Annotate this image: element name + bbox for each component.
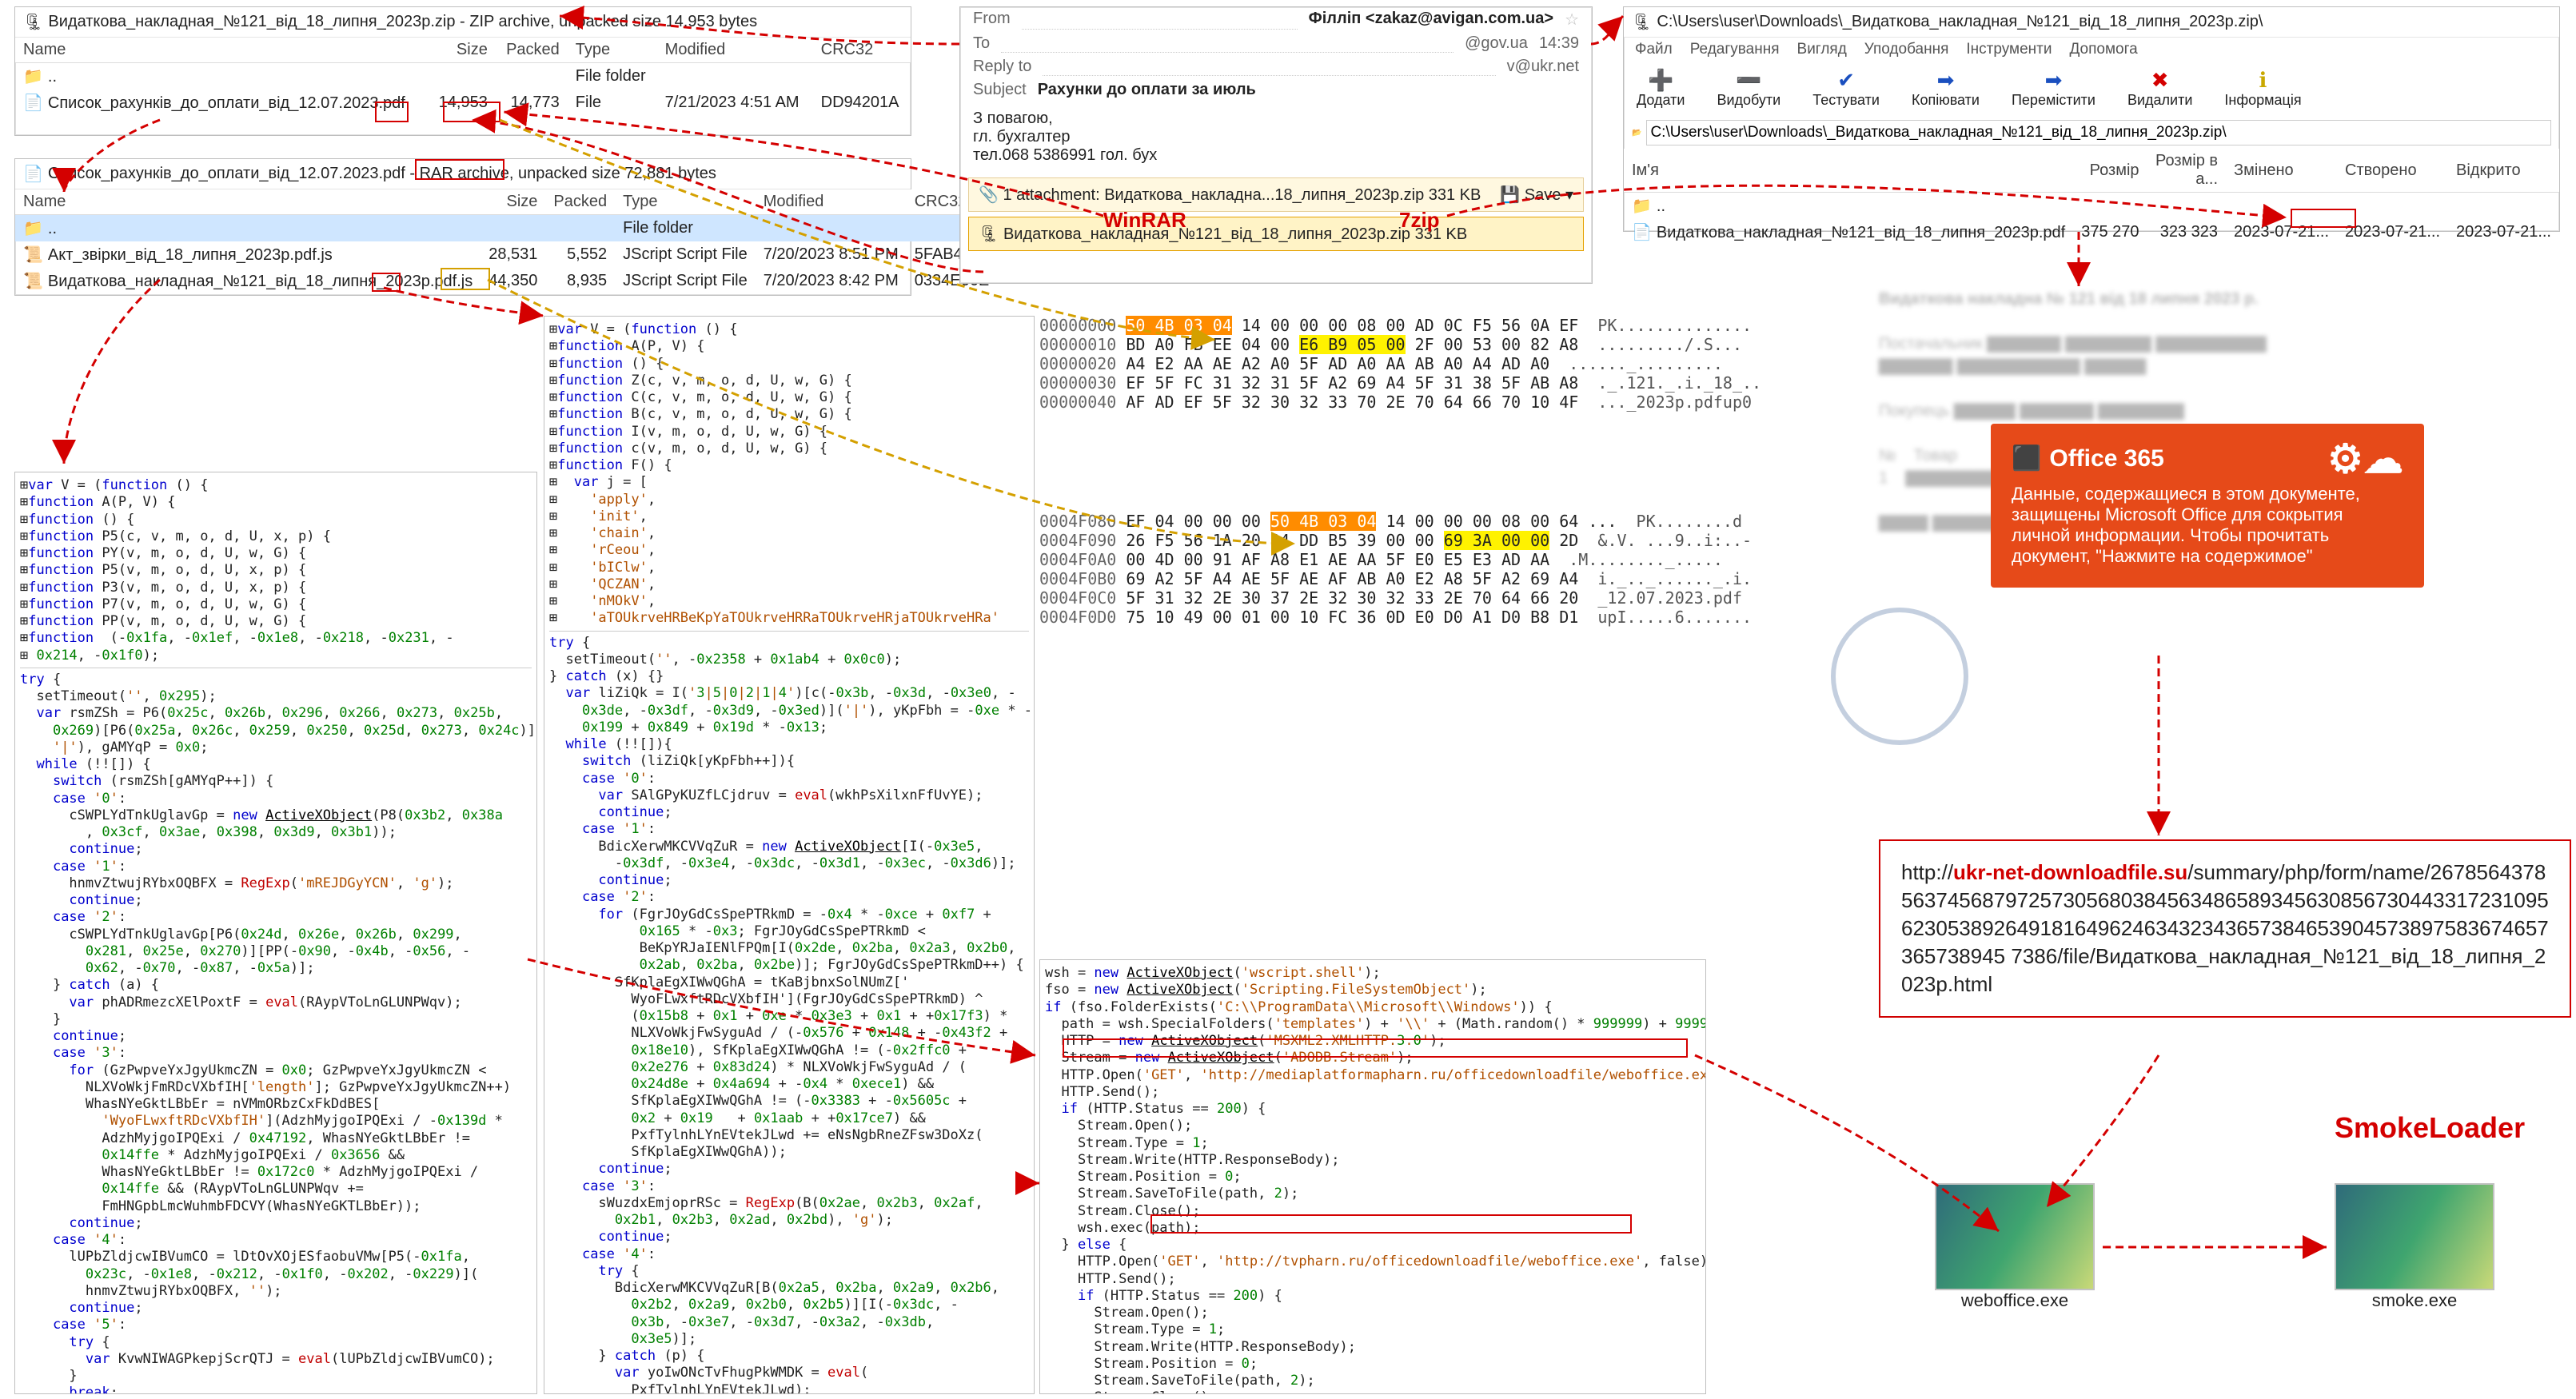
smokeloader-label: SmokeLoader [2335, 1111, 2525, 1145]
winrar-annot: WinRAR [1103, 208, 1186, 233]
tool-Перемістити[interactable]: ➡Перемістити [2012, 70, 2095, 109]
o365-body: Данные, содержащиеся в этом документе, з… [2012, 484, 2403, 567]
hex-dump-2: 0004F080 EF 04 00 00 00 50 4B 03 04 14 0… [1039, 512, 1695, 627]
sevenzip-title: C:\Users\user\Downloads\_Видаткова_накла… [1657, 13, 2263, 31]
rar-inner-table: Name Size Packed Type Modified CRC32 ..F… [15, 189, 1002, 294]
menu-edit[interactable]: Редагування [1690, 41, 1780, 58]
rar-inner-panel: 📄 Список_рахунків_до_оплати_від_12.07.202… [14, 158, 911, 296]
file-icon: 📄 [23, 164, 43, 184]
col-packed[interactable]: Packed [496, 38, 568, 63]
weboffice-exe-tile[interactable]: weboffice.exe [1935, 1183, 2095, 1311]
col-crc[interactable]: CRC32 [813, 38, 911, 63]
tool-Тестувати[interactable]: ✔Тестувати [1812, 70, 1880, 109]
mail-body-2: гл. бухгалтер [973, 128, 1579, 146]
js-mid-pane: ⊞var V = (function () {⊞function A(P, V)… [544, 316, 1035, 1394]
col-mod[interactable]: Modified [657, 38, 813, 63]
row-updir[interactable]: ..File folder [15, 63, 911, 90]
row-js2[interactable]: Видаткова_накладная_№121_від_18_липня_20… [15, 268, 1002, 294]
subject-value: Рахунки до оплати за июль [1038, 81, 1256, 99]
col-type[interactable]: Type [568, 38, 657, 63]
archive-icon: 🗜 [23, 12, 43, 32]
row-updir[interactable]: .. [1624, 193, 2559, 220]
menu-prefs[interactable]: Уподобання [1864, 41, 1949, 58]
mail-body-3: тел.068 5386991 гол. бух [973, 146, 1579, 165]
tool-Копіювати[interactable]: ➡Копіювати [1912, 70, 1980, 109]
to-value: @gov.ua [1465, 34, 1528, 53]
zip-outer-table: Name Size Packed Type Modified CRC32 ..F… [15, 38, 911, 116]
sevenzip-window: 🗜 C:\Users\user\Downloads\_Видаткова_накл… [1623, 6, 2560, 232]
folder-icon: 📂 [1632, 129, 1641, 138]
mail-time: 14:39 [1539, 34, 1579, 53]
o365-lure[interactable]: ⬛Office 365⚙☁ Данные, содержащиеся в это… [1991, 424, 2424, 588]
toolbar: ➕Додати ➖Видобути ✔Тестувати ➡Копіювати ➡Пер… [1624, 62, 2559, 117]
sevenzip-icon: 🗜 [1632, 12, 1652, 32]
menu-view[interactable]: Вигляд [1797, 41, 1847, 58]
mail-body-1: З повагою, [973, 110, 1579, 128]
address-bar[interactable] [1646, 120, 2551, 145]
zip-outer-panel: 🗜 Видаткова_накладная_№121_від_18_липня_2… [14, 6, 911, 136]
col-size[interactable]: Size [429, 38, 496, 63]
email-preview: From Філліп <zakaz@avigan.com.ua> ☆ To @… [959, 6, 1593, 284]
row-js1[interactable]: Акт_звірки_від_18_липня_2023р.pdf.js28,5… [15, 241, 1002, 268]
js-wsh-pane: wsh = new ActiveXObject('wscript.shell')… [1039, 959, 1706, 1394]
malicious-url: http://ukr-net-downloadfile.su/summary/p… [1879, 839, 2571, 1018]
reply-value: v@ukr.net [1507, 58, 1579, 76]
attach-header: 📎 1 attachment: Видаткова_накладна...18_… [968, 177, 1584, 212]
zip-title: Видаткова_накладная_№121_від_18_липня_20… [48, 13, 757, 31]
menu-file[interactable]: Файл [1635, 41, 1673, 58]
from-value: Філліп <zakaz@avigan.com.ua> [1309, 10, 1553, 30]
tool-Видалити[interactable]: ✖Видалити [2127, 70, 2192, 109]
save-button[interactable]: 💾 Save ▾ [1500, 185, 1573, 205]
o365-logo-text: Office 365 [2049, 445, 2163, 472]
attack-chain-canvas: 🗜 Видаткова_накладная_№121_від_18_липня_2… [0, 0, 2576, 1399]
from-label: From [973, 10, 1011, 30]
smoke-exe-tile[interactable]: smoke.exe [2335, 1183, 2494, 1311]
row-updir[interactable]: ..File folder [15, 215, 1002, 242]
tool-Видобути[interactable]: ➖Видобути [1717, 70, 1780, 109]
doc-stamp [1831, 608, 1968, 745]
js-left-pane: ⊞var V = (function () {⊞function A(P, V)… [14, 472, 537, 1394]
hex-dump-1: 00000000 50 4B 03 04 14 00 00 00 08 00 A… [1039, 316, 1695, 412]
rar-title: Список_рахунків_до_оплати_від_12.07.2023… [48, 165, 716, 183]
tool-Додати[interactable]: ➕Додати [1637, 70, 1685, 109]
reply-label: Reply to [973, 58, 1031, 76]
col-name[interactable]: Name [15, 38, 429, 63]
sevenzip-table: Ім'я Розмір Розмір в а... Змінено Створе… [1624, 149, 2559, 245]
menu-help[interactable]: Допомога [2069, 41, 2137, 58]
subject-label: Subject [973, 81, 1027, 99]
attach-chip[interactable]: 🗜 Видаткова_накладная_№121_від_18_липня_… [968, 217, 1584, 251]
row-file[interactable]: Список_рахунків_до_оплати_від_12.07.2023… [15, 90, 911, 116]
sevenzip-annot: 7zip [1399, 208, 1440, 233]
menu-tools[interactable]: Інструменти [1966, 41, 2052, 58]
office-icon: ⬛ [2012, 444, 2041, 472]
row-pdf[interactable]: Видаткова_накладная_№121_від_18_липня_20… [1624, 219, 2559, 245]
to-label: To [973, 34, 990, 53]
tool-Інформація[interactable]: ℹІнформація [2224, 70, 2301, 109]
